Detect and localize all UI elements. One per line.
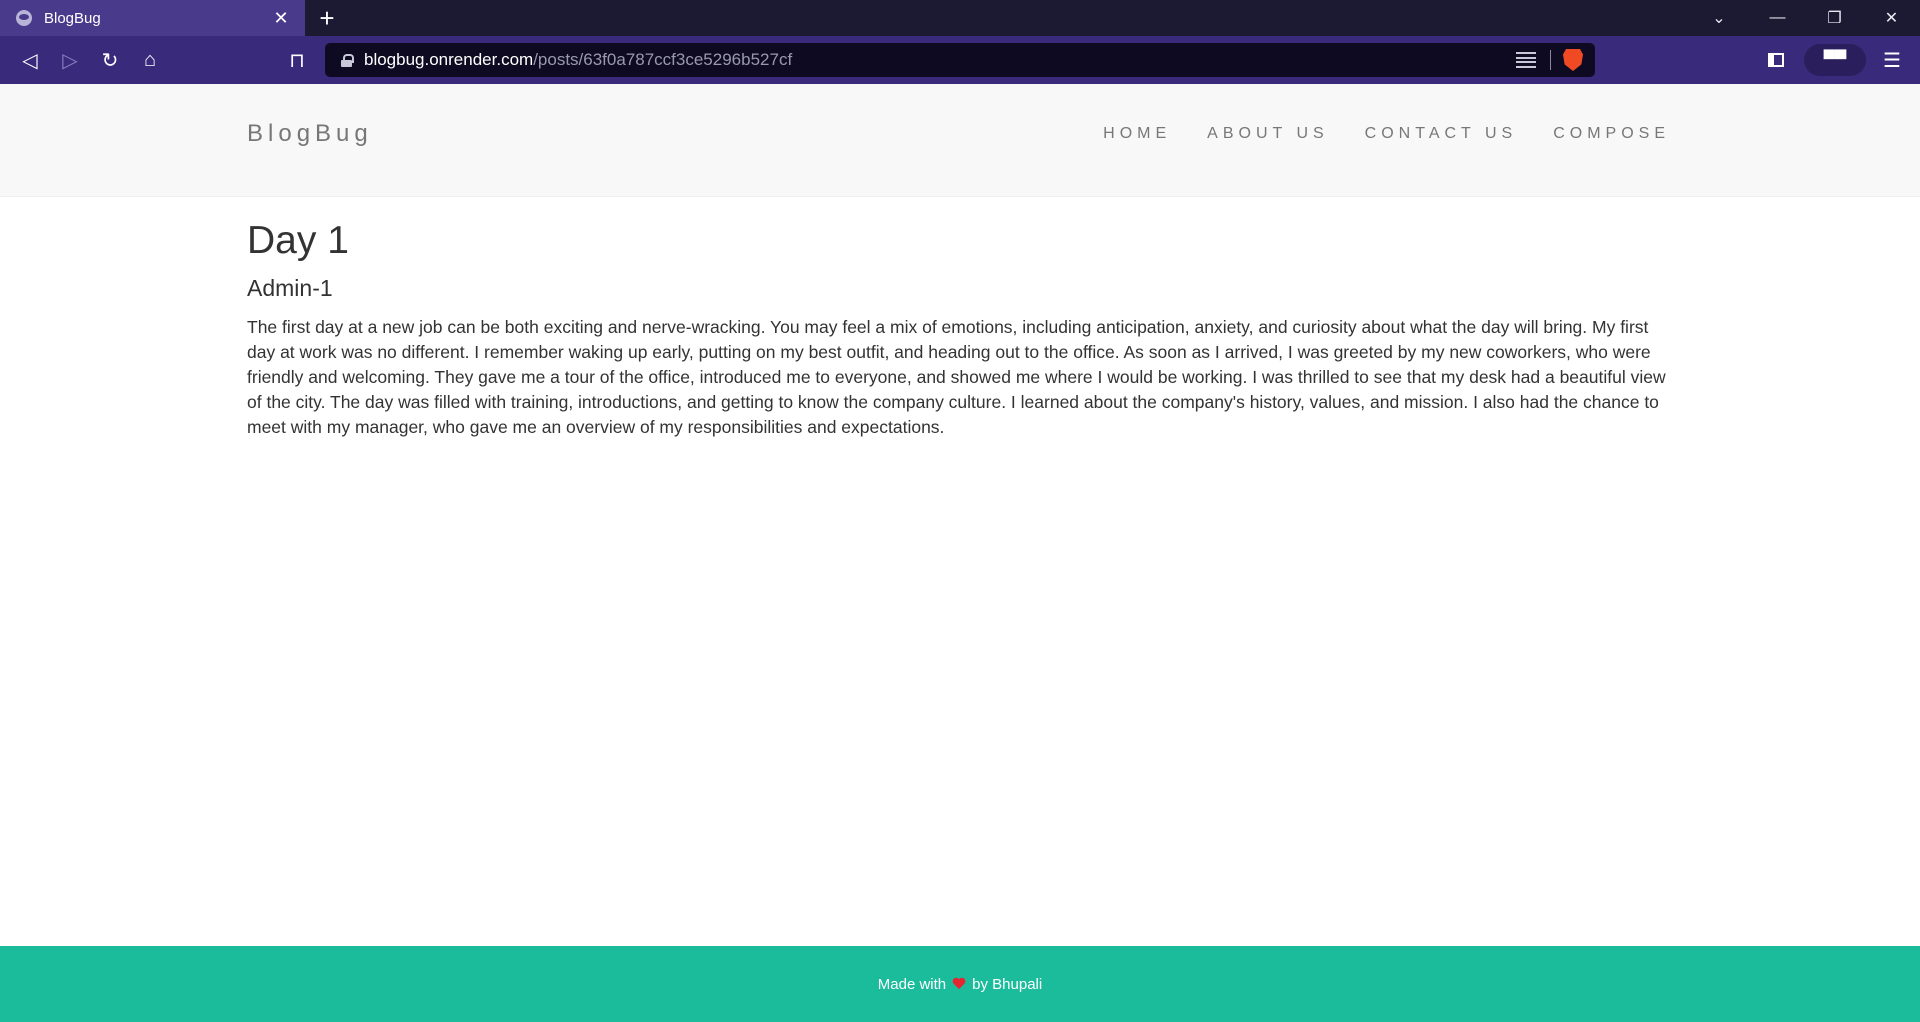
nav-compose[interactable]: COMPOSE <box>1553 125 1670 143</box>
post-author: Admin-1 <box>247 275 333 301</box>
site-nav: HOME ABOUT US CONTACT US COMPOSE <box>1067 125 1670 143</box>
tab-close-icon[interactable]: ✕ <box>271 8 291 28</box>
url-path: /posts/63f0a787ccf3ce5296b527cf <box>533 50 793 69</box>
browser-window: BlogBug ✕ + ⌄ — ❐ ✕ ◁ ▷ ↻ ⌂ ⊓ blogbug.on… <box>0 0 1920 1022</box>
site-footer: Made with by Bhupali <box>0 946 1920 1022</box>
site-brand[interactable]: BlogBug <box>247 120 373 148</box>
minimize-button[interactable]: — <box>1749 0 1806 36</box>
tab-blogbug[interactable]: BlogBug ✕ <box>0 0 305 36</box>
web-page: BlogBug HOME ABOUT US CONTACT US COMPOSE… <box>0 84 1920 1022</box>
site-navbar: BlogBug HOME ABOUT US CONTACT US COMPOSE <box>0 84 1920 197</box>
reader-mode-icon[interactable] <box>1516 52 1536 68</box>
bookmark-icon[interactable]: ⊓ <box>277 42 317 78</box>
post-content: Day 1 Admin-1 The first day at a new job… <box>247 219 1672 440</box>
window-controls: ⌄ — ❐ ✕ <box>1695 0 1920 36</box>
tab-search-icon[interactable]: ⌄ <box>1695 0 1743 36</box>
url-host: blogbug.onrender.com <box>364 50 534 69</box>
nav-about-us[interactable]: ABOUT US <box>1207 125 1329 143</box>
restore-button[interactable]: ❐ <box>1806 0 1863 36</box>
window-close-button[interactable]: ✕ <box>1863 0 1920 36</box>
nav-contact-us[interactable]: CONTACT US <box>1365 125 1518 143</box>
brave-shields-icon[interactable] <box>1563 49 1583 71</box>
footer-made-with: Made with <box>877 975 947 993</box>
new-tab-button[interactable]: + <box>305 0 349 36</box>
sidebar-toggle-icon[interactable] <box>1756 42 1796 78</box>
private-profile-icon[interactable]: ▀▀ <box>1804 44 1866 76</box>
back-button[interactable]: ◁ <box>10 42 50 78</box>
menu-icon[interactable]: ☰ <box>1874 42 1910 78</box>
globe-icon <box>16 10 32 26</box>
tab-strip: BlogBug ✕ + ⌄ — ❐ ✕ <box>0 0 1920 36</box>
browser-toolbar: ◁ ▷ ↻ ⌂ ⊓ blogbug.onrender.com/posts/63f… <box>0 36 1920 84</box>
post-body: The first day at a new job can be both e… <box>247 317 1666 437</box>
address-bar[interactable]: blogbug.onrender.com/posts/63f0a787ccf3c… <box>325 43 1595 77</box>
url-text[interactable]: blogbug.onrender.com/posts/63f0a787ccf3c… <box>364 50 1516 70</box>
home-button[interactable]: ⌂ <box>130 42 170 78</box>
lock-icon[interactable] <box>341 53 354 67</box>
forward-button[interactable]: ▷ <box>50 42 90 78</box>
heart-icon <box>952 978 966 990</box>
toolbar-right: ▀▀ ☰ <box>1756 42 1910 78</box>
nav-home[interactable]: HOME <box>1103 125 1171 143</box>
omnibox-divider <box>1550 50 1551 70</box>
post-title: Day 1 <box>247 219 349 262</box>
reload-button[interactable]: ↻ <box>90 42 130 78</box>
tab-title: BlogBug <box>44 9 101 27</box>
footer-author: by Bhupali <box>972 975 1043 993</box>
